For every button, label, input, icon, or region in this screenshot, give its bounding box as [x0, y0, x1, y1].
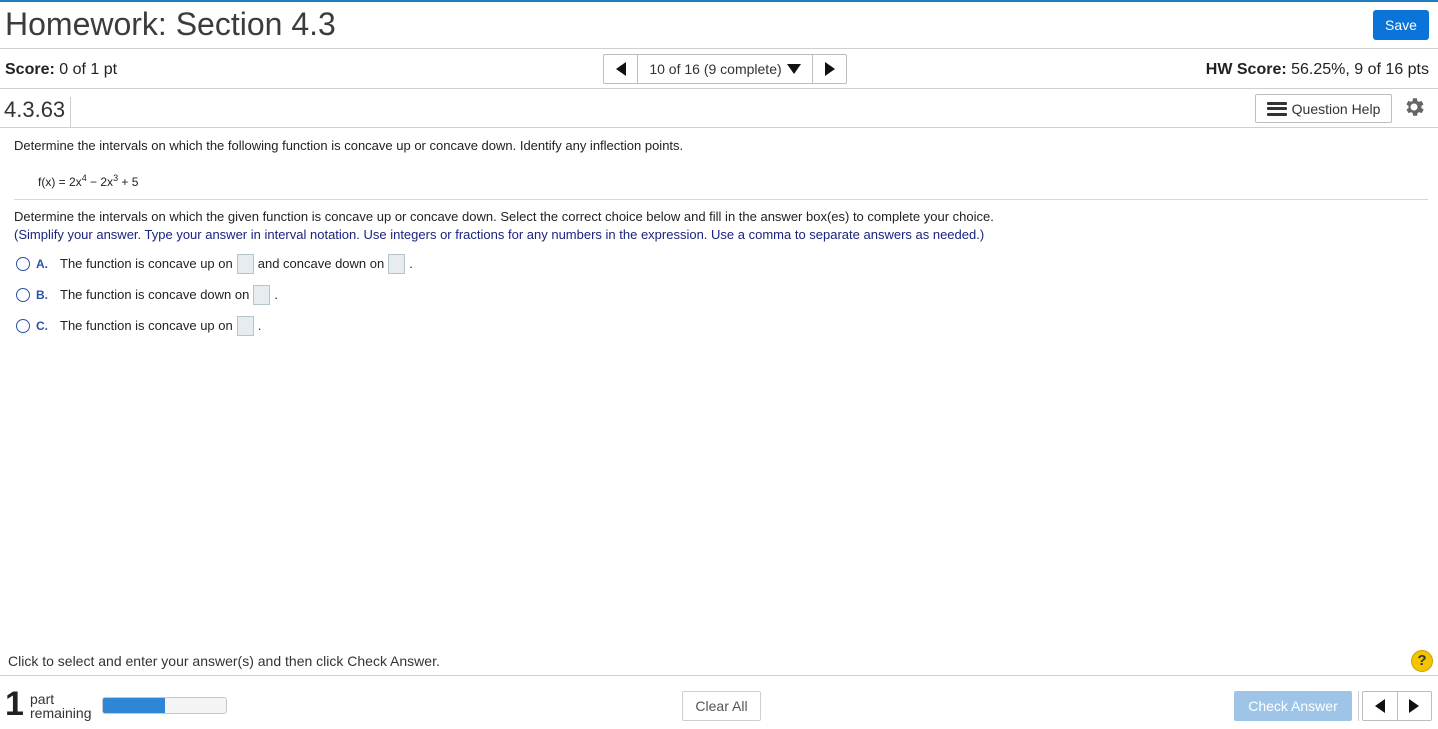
question-help-label: Question Help	[1291, 100, 1381, 117]
choice-b-letter: B.	[36, 287, 48, 302]
list-icon	[1266, 101, 1287, 116]
parts-remaining-count: 1	[5, 685, 24, 723]
footer-separator	[1358, 691, 1359, 721]
question-content: Determine the intervals on which the fol…	[14, 138, 1428, 341]
question-navigator: 10 of 16 (9 complete)	[603, 54, 847, 84]
footer-divider	[0, 675, 1438, 676]
instruction-note: (Simplify your answer. Type your answer …	[14, 227, 985, 242]
score-value: 0 of 1 pt	[59, 61, 118, 78]
bottom-previous-button[interactable]	[1363, 692, 1398, 720]
question-header: 4.3.63 Question Help	[0, 89, 1438, 128]
function-expression: f(x) = 2x4 − 2x3 + 5	[38, 173, 139, 189]
choice-c-answer-box[interactable]	[236, 315, 254, 336]
bottom-next-button[interactable]	[1398, 692, 1432, 720]
clear-all-button[interactable]: Clear All	[682, 691, 761, 721]
instruction-text: Determine the intervals on which the giv…	[14, 209, 994, 224]
title-bar: Homework: Section 4.3 Save	[0, 2, 1438, 49]
score-label: Score:	[5, 61, 55, 78]
caret-down-icon	[786, 64, 801, 74]
arrow-left-icon	[615, 62, 626, 76]
bottom-question-navigator	[1362, 691, 1432, 721]
save-button[interactable]: Save	[1373, 10, 1429, 40]
arrow-left-icon	[1374, 699, 1385, 713]
choice-a[interactable]: A. The function is concave up on and con…	[14, 248, 1428, 279]
hw-score-label: HW Score:	[1205, 61, 1287, 78]
question-prompt: Determine the intervals on which the fol…	[14, 138, 684, 153]
arrow-right-icon	[1409, 699, 1420, 713]
choice-a-radio[interactable]	[16, 256, 30, 271]
choice-c-letter: C.	[36, 318, 48, 333]
footer-instruction: Click to select and enter your answer(s)…	[8, 653, 440, 669]
choice-b-answer-box[interactable]	[253, 284, 271, 305]
check-answer-button[interactable]: Check Answer	[1234, 691, 1352, 721]
choice-b-radio[interactable]	[16, 287, 30, 302]
next-question-button[interactable]	[812, 55, 846, 83]
choice-c[interactable]: C. The function is concave up on .	[14, 310, 1428, 341]
question-select-dropdown[interactable]: 10 of 16 (9 complete)	[638, 55, 812, 83]
choice-a-concave-down-box[interactable]	[388, 253, 406, 274]
choice-c-radio[interactable]	[16, 318, 30, 333]
choice-a-letter: A.	[36, 256, 48, 271]
progress-bar	[102, 697, 227, 714]
hw-score: HW Score: 56.25%, 9 of 16 pts	[1206, 61, 1429, 79]
gear-icon[interactable]	[1402, 95, 1426, 119]
parts-remaining-label: part remaining	[30, 691, 92, 721]
previous-question-button[interactable]	[604, 55, 638, 83]
choice-a-concave-up-box[interactable]	[236, 253, 254, 274]
help-question-icon[interactable]: ?	[1411, 650, 1433, 672]
question-help-button[interactable]: Question Help	[1255, 94, 1392, 123]
choice-b[interactable]: B. The function is concave down on .	[14, 279, 1428, 310]
question-position: 10 of 16 (9 complete)	[649, 61, 782, 77]
arrow-right-icon	[824, 62, 835, 76]
question-number: 4.3.63	[4, 97, 72, 127]
question-score: Score: 0 of 1 pt	[5, 61, 117, 79]
content-divider	[14, 199, 1428, 200]
hw-score-value: 56.25%, 9 of 16 pts	[1291, 61, 1429, 78]
progress-bar-fill	[103, 698, 165, 713]
page-title: Homework: Section 4.3	[5, 6, 336, 42]
answer-choices: A. The function is concave up on and con…	[14, 248, 1428, 341]
score-bar: Score: 0 of 1 pt 10 of 16 (9 complete) H…	[0, 49, 1438, 89]
